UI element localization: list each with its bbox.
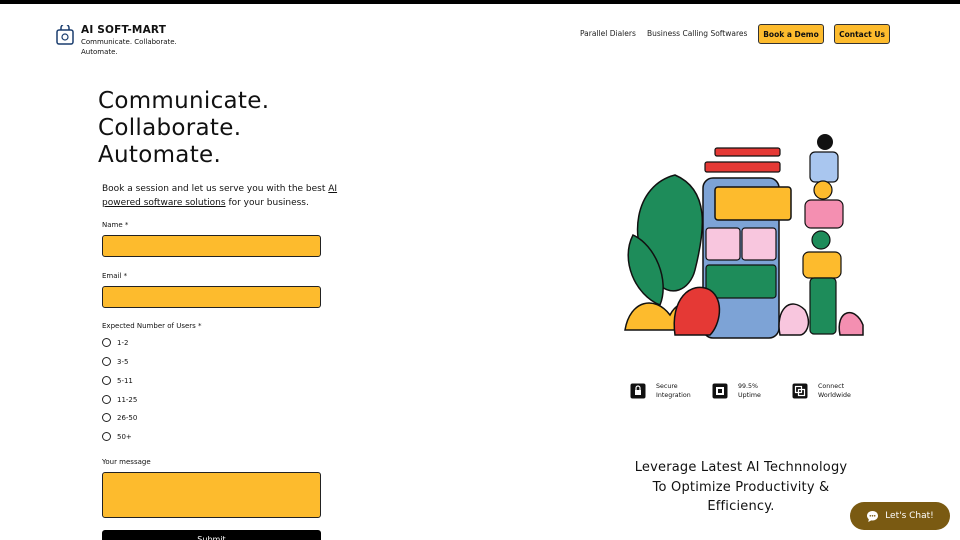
- leverage-line: Leverage Latest AI Technnology: [634, 460, 848, 475]
- radio-label: 3-5: [117, 357, 129, 366]
- feature-line: Uptime: [738, 391, 761, 399]
- leverage-text: Leverage Latest AI Technnology To Optimi…: [626, 458, 856, 517]
- nav-business-calling-softwares[interactable]: Business Calling Softwares: [647, 29, 747, 38]
- radio-circle[interactable]: [102, 357, 111, 366]
- hero-title-line: Automate.: [98, 142, 222, 168]
- intro-text: Book a session and let us serve you with…: [102, 182, 352, 210]
- team-collaboration-illustration: [624, 134, 864, 339]
- feature-line: 99.5%: [738, 383, 759, 390]
- feature-line: Integration: [656, 391, 691, 399]
- submit-button[interactable]: Submit: [102, 530, 321, 540]
- intro-text-post: for your business.: [225, 198, 309, 208]
- hero-title: Communicate. Collaborate. Automate.: [98, 88, 269, 169]
- intro-text-pre: Book a session and let us serve you with…: [102, 184, 329, 194]
- radio-label: 11-25: [117, 395, 138, 404]
- radio-circle[interactable]: [102, 338, 111, 347]
- users-radio-option[interactable]: 1-2: [102, 338, 128, 347]
- book-demo-button[interactable]: Book a Demo: [758, 24, 824, 44]
- radio-circle[interactable]: [102, 395, 111, 404]
- shopping-bag-logo-icon[interactable]: [56, 25, 74, 45]
- connect-icon: [792, 383, 808, 399]
- lets-chat-button[interactable]: Let's Chat!: [850, 502, 950, 530]
- feature-secure-integration: Secure Integration: [630, 383, 691, 400]
- brand-tagline: Communicate. Collaborate. Automate.: [81, 38, 177, 56]
- lock-icon: [630, 383, 646, 399]
- message-label: Your message: [102, 458, 151, 466]
- hero-title-line: Communicate.: [98, 88, 270, 114]
- brand-name[interactable]: AI SOFT-MART: [81, 24, 166, 36]
- radio-label: 1-2: [117, 338, 129, 347]
- radio-label: 5-11: [117, 376, 133, 385]
- radio-circle[interactable]: [102, 376, 111, 385]
- hero-title-line: Collaborate.: [98, 115, 242, 141]
- chat-bubble-icon: [867, 510, 879, 522]
- name-label: Name *: [102, 221, 129, 229]
- feature-line: Secure: [656, 383, 678, 390]
- feature-line: Worldwide: [818, 391, 851, 399]
- top-border: [0, 0, 960, 4]
- users-radio-option[interactable]: 5-11: [102, 376, 133, 385]
- nav-parallel-dialers[interactable]: Parallel Dialers: [580, 29, 636, 38]
- leverage-line: Efficiency.: [707, 499, 775, 514]
- leverage-line: To Optimize Productivity &: [652, 479, 830, 495]
- radio-circle[interactable]: [102, 432, 111, 441]
- email-label: Email *: [102, 272, 128, 280]
- radio-label: 50+: [117, 432, 132, 441]
- users-radio-option[interactable]: 50+: [102, 432, 132, 441]
- users-radio-option[interactable]: 26-50: [102, 413, 137, 422]
- feature-line: Connect: [818, 383, 845, 390]
- uptime-icon: [712, 383, 728, 399]
- feature-uptime: 99.5% Uptime: [712, 383, 761, 400]
- users-label: Expected Number of Users *: [102, 322, 202, 330]
- radio-label: 26-50: [117, 413, 138, 422]
- contact-us-button[interactable]: Contact Us: [834, 24, 890, 44]
- chat-label[interactable]: Let's Chat!: [885, 511, 934, 521]
- email-input[interactable]: [102, 286, 321, 308]
- message-textarea[interactable]: [102, 472, 321, 518]
- name-input[interactable]: [102, 235, 321, 257]
- users-radio-option[interactable]: 3-5: [102, 357, 128, 366]
- users-radio-option[interactable]: 11-25: [102, 395, 137, 404]
- feature-connect-worldwide: Connect Worldwide: [792, 383, 851, 400]
- radio-circle[interactable]: [102, 413, 111, 422]
